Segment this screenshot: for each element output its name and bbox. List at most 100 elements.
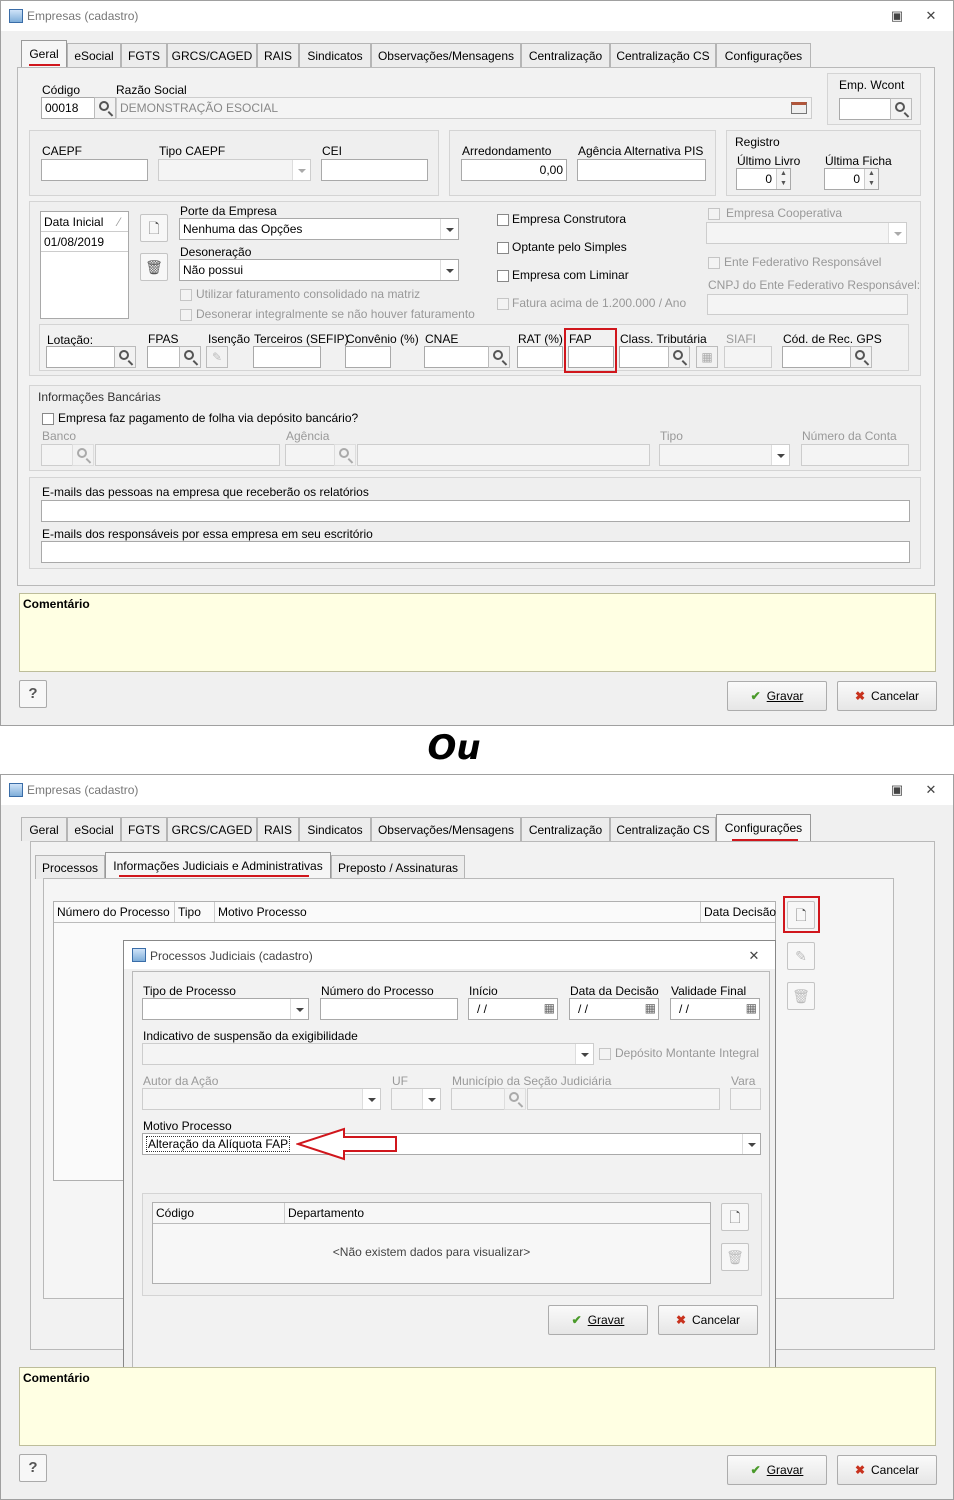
cnpj-ente-input[interactable]	[707, 294, 908, 315]
terceiros-input[interactable]	[253, 346, 321, 368]
add-data-inicial-button[interactable]: 🗋	[140, 214, 168, 242]
cnae-search-button[interactable]	[488, 346, 510, 368]
tab-observacoes[interactable]: Observações/Mensagens	[371, 43, 521, 67]
tab-grcs-caged[interactable]: GRCS/CAGED	[167, 817, 257, 841]
delete-processo-button[interactable]: 🗑	[787, 982, 815, 1010]
siafi-input[interactable]	[724, 346, 772, 368]
pagamento-deposito-checkbox[interactable]	[42, 413, 54, 425]
gravar-button[interactable]: ✔ Gravar	[727, 1455, 827, 1485]
data-decisao-input[interactable]: / / ▦	[569, 998, 659, 1020]
fpas-search-button[interactable]	[179, 346, 201, 368]
empresa-cooperativa-checkbox[interactable]	[708, 208, 720, 220]
tipo-caepf-select[interactable]	[158, 159, 311, 181]
spinner-icon[interactable]: ▲ ▼	[864, 169, 878, 189]
validade-final-input[interactable]: / / ▦	[670, 998, 760, 1020]
calendar-icon[interactable]: ▦	[544, 1001, 555, 1015]
delete-departamento-button[interactable]: 🗑	[721, 1243, 749, 1271]
dialog-gravar-button[interactable]: ✔ Gravar	[548, 1305, 648, 1335]
rat-input[interactable]	[517, 346, 563, 368]
col-codigo[interactable]: Código	[153, 1203, 285, 1223]
tab-configuracoes[interactable]: Configurações	[716, 43, 811, 67]
tab-esocial[interactable]: eSocial	[67, 43, 121, 67]
data-inicial-grid[interactable]: Data Inicial ⁄ 01/08/2019	[40, 211, 129, 319]
close-icon[interactable]: ✕	[923, 782, 939, 798]
tab-fgts[interactable]: FGTS	[121, 43, 167, 67]
desoneracao-select[interactable]: Não possui	[179, 259, 459, 281]
cod-rec-gps-input[interactable]	[782, 346, 852, 368]
empresa-construtora-checkbox[interactable]	[497, 214, 509, 226]
tab-centralizacao[interactable]: Centralização	[521, 817, 610, 841]
spinner-icon[interactable]: ▲ ▼	[776, 169, 790, 189]
emails-responsaveis-input[interactable]	[41, 541, 910, 563]
data-inicial-row[interactable]: 01/08/2019	[41, 232, 128, 252]
agencia-pis-input[interactable]	[577, 159, 706, 181]
razao-social-input[interactable]: DEMONSTRAÇÃO ESOCIAL	[116, 97, 812, 119]
emp-wcont-search-button[interactable]	[890, 98, 912, 120]
indicativo-select[interactable]	[142, 1043, 594, 1065]
calendar-icon[interactable]: ▦	[645, 1001, 656, 1015]
col-tipo[interactable]: Tipo	[175, 902, 215, 922]
edit-processo-button[interactable]: ✎	[787, 942, 815, 970]
utilizar-faturamento-checkbox[interactable]	[180, 289, 192, 301]
isencao-button[interactable]: ✎	[206, 346, 228, 368]
comentario-area[interactable]: Comentário	[19, 593, 936, 672]
ultima-ficha-input[interactable]: 0 ▲ ▼	[824, 168, 879, 190]
agencia-nome-input[interactable]	[357, 444, 650, 466]
numero-conta-input[interactable]	[801, 444, 909, 466]
banco-nome-input[interactable]	[95, 444, 280, 466]
deposito-checkbox[interactable]	[599, 1048, 611, 1060]
convenio-input[interactable]	[345, 346, 391, 368]
banco-search-button[interactable]	[72, 444, 94, 466]
class-trib-search-button[interactable]	[668, 346, 690, 368]
fatura-acima-checkbox[interactable]	[497, 298, 509, 310]
col-motivo-processo[interactable]: Motivo Processo	[215, 902, 701, 922]
tab-geral[interactable]: Geral	[21, 817, 67, 841]
tab-rais[interactable]: RAIS	[257, 817, 299, 841]
col-departamento[interactable]: Departamento	[285, 1203, 710, 1223]
cooperativa-select[interactable]	[706, 222, 907, 244]
delete-data-inicial-button[interactable]: 🗑	[140, 253, 168, 281]
ente-federativo-checkbox[interactable]	[708, 257, 720, 269]
tab-rais[interactable]: RAIS	[257, 43, 299, 67]
tab-grcs-caged[interactable]: GRCS/CAGED	[167, 43, 257, 67]
inicio-input[interactable]: / / ▦	[468, 998, 558, 1020]
caepf-input[interactable]	[41, 159, 148, 181]
ultimo-livro-input[interactable]: 0 ▲ ▼	[736, 168, 791, 190]
comentario-area[interactable]: Comentário	[19, 1367, 936, 1446]
tab-fgts[interactable]: FGTS	[121, 817, 167, 841]
tab-sindicatos[interactable]: Sindicatos	[299, 43, 371, 67]
calendar-icon[interactable]: ▦	[746, 1001, 757, 1015]
dialog-cancelar-button[interactable]: ✖ Cancelar	[658, 1305, 758, 1335]
col-data-decisao[interactable]: Data Decisão	[701, 902, 776, 922]
vara-input[interactable]	[730, 1088, 761, 1110]
departamentos-grid[interactable]: Código Departamento <Não existem dados p…	[152, 1202, 711, 1284]
empresa-liminar-checkbox[interactable]	[497, 270, 509, 282]
uf-select[interactable]	[391, 1088, 441, 1110]
cancelar-button[interactable]: ✖ Cancelar	[837, 1455, 937, 1485]
tab-centralizacao[interactable]: Centralização	[521, 43, 610, 67]
emails-pessoas-input[interactable]	[41, 500, 910, 522]
restore-icon[interactable]: ▣	[889, 8, 905, 24]
restore-icon[interactable]: ▣	[889, 782, 905, 798]
class-trib-input[interactable]	[619, 346, 669, 368]
agencia-search-button[interactable]	[334, 444, 356, 466]
cei-input[interactable]	[321, 159, 428, 181]
gravar-button[interactable]: ✔ Gravar	[727, 681, 827, 711]
tab-observacoes[interactable]: Observações/Mensagens	[371, 817, 521, 841]
tab-configuracoes[interactable]: Configurações	[716, 814, 811, 841]
tab-geral[interactable]: Geral	[21, 40, 67, 67]
autor-select[interactable]	[142, 1088, 381, 1110]
add-departamento-button[interactable]: 🗋	[721, 1203, 749, 1231]
fpas-input[interactable]	[147, 346, 181, 368]
razao-calendar-button[interactable]	[788, 98, 810, 118]
motivo-processo-select[interactable]: Alteração da Alíquota FAP	[142, 1133, 761, 1155]
tab-centralizacao-cs[interactable]: Centralização CS	[610, 43, 716, 67]
tab-esocial[interactable]: eSocial	[67, 817, 121, 841]
emp-wcont-input[interactable]	[839, 98, 891, 120]
arredondamento-input[interactable]: 0,00	[461, 159, 567, 181]
codigo-search-button[interactable]	[94, 97, 116, 119]
lotacao-input[interactable]	[46, 346, 116, 368]
tab-centralizacao-cs[interactable]: Centralização CS	[610, 817, 716, 841]
data-inicial-header[interactable]: Data Inicial ⁄	[41, 212, 128, 232]
class-trib-grid-button[interactable]: ▦	[696, 346, 718, 368]
